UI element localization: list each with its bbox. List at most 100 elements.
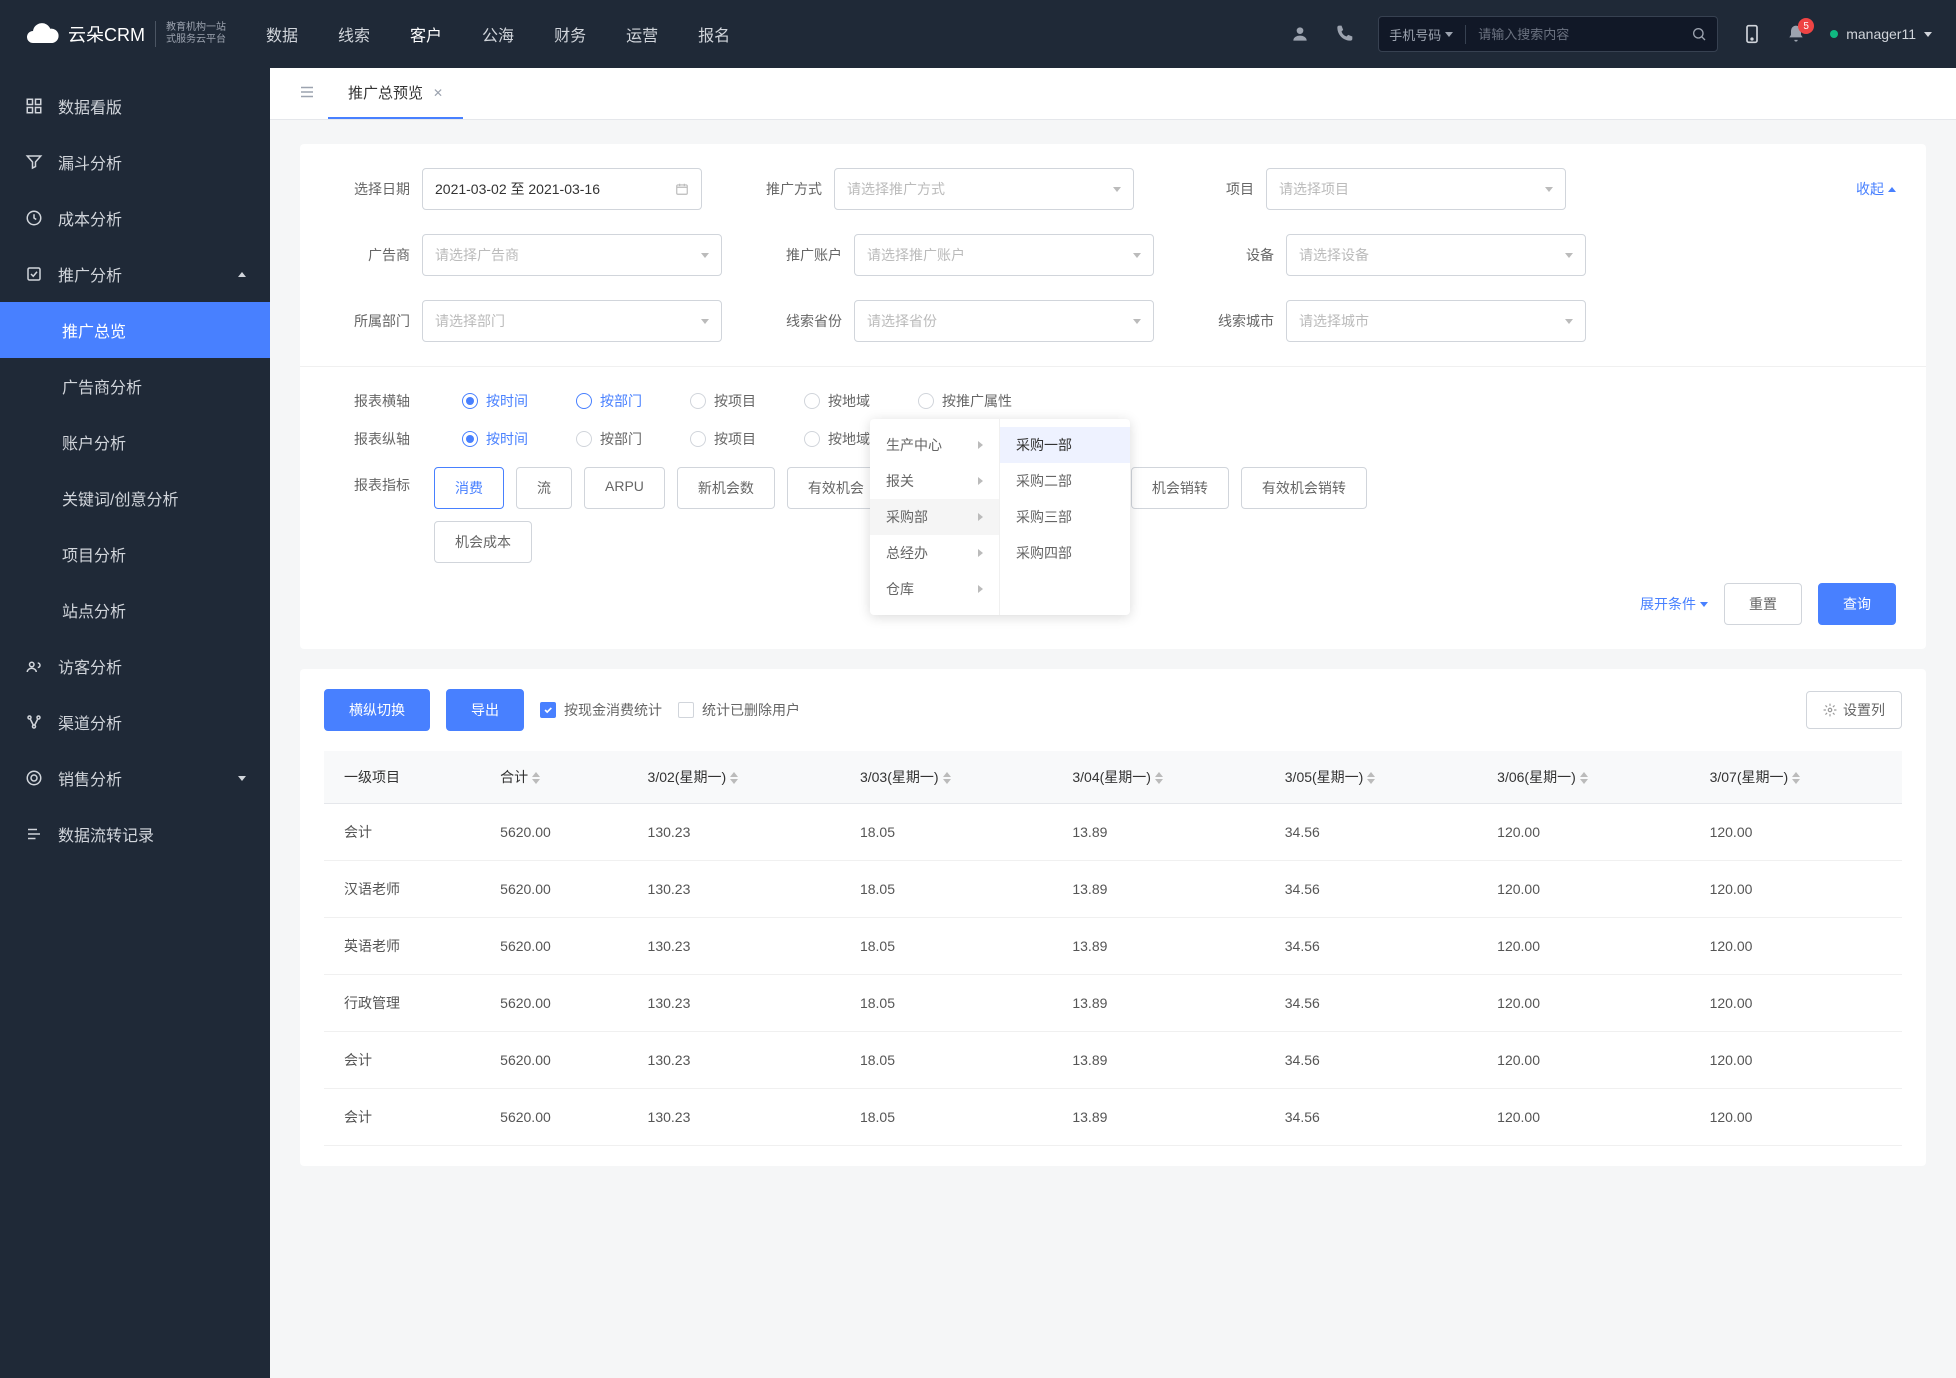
sidebar-subitem[interactable]: 关键词/创意分析 [0,470,270,526]
sidebar-item[interactable]: 数据看版 [0,78,270,134]
metric-button[interactable]: 新机会数 [677,467,775,509]
project-select[interactable]: 请选择项目 [1266,168,1566,210]
collapse-filters[interactable]: 收起 [1856,179,1896,199]
radio-option[interactable]: 按推广属性 [918,391,1012,411]
top-nav-item[interactable]: 公海 [482,22,514,46]
top-nav-item[interactable]: 报名 [698,22,730,46]
radio-option[interactable]: 按部门 [576,429,642,449]
table-header[interactable]: 3/07(星期一) [1690,751,1902,804]
top-nav-item[interactable]: 客户 [410,22,442,46]
deleted-stat-checkbox[interactable]: 统计已删除用户 [678,700,800,720]
table-header[interactable]: 3/06(星期一) [1477,751,1689,804]
table-cell: 5620.00 [480,804,627,861]
query-button[interactable]: 查询 [1818,583,1896,625]
top-nav-item[interactable]: 财务 [554,22,586,46]
radio-icon [690,393,706,409]
city-select[interactable]: 请选择城市 [1286,300,1586,342]
table-cell: 18.05 [840,861,1052,918]
flow-icon [24,825,44,843]
x-axis-label: 报表横轴 [330,391,410,411]
sidebar-subitem[interactable]: 站点分析 [0,582,270,638]
dept-select[interactable]: 请选择部门 [422,300,722,342]
radio-option[interactable]: 按地域 [804,429,870,449]
mobile-icon[interactable] [1742,21,1762,47]
expand-conditions[interactable]: 展开条件 [1640,594,1708,614]
reset-button[interactable]: 重置 [1724,583,1802,625]
cascade-item[interactable]: 报关 [870,463,999,499]
column-settings-button[interactable]: 设置列 [1806,691,1902,729]
sidebar-subitem[interactable]: 账户分析 [0,414,270,470]
sidebar-item[interactable]: 访客分析 [0,638,270,694]
cash-stat-checkbox[interactable]: 按现金消费统计 [540,700,662,720]
top-nav-item[interactable]: 线索 [338,22,370,46]
radio-option[interactable]: 按项目 [690,391,756,411]
sidebar-item[interactable]: 销售分析 [0,750,270,806]
cascade-item[interactable]: 仓库 [870,571,999,607]
metric-button[interactable]: 有效机会销转 [1241,467,1367,509]
table-cell: 130.23 [628,1032,840,1089]
radio-option[interactable]: 按地域 [804,391,870,411]
sidebar-item[interactable]: 数据流转记录 [0,806,270,862]
sidebar-item[interactable]: 漏斗分析 [0,134,270,190]
table-header[interactable]: 3/02(星期一) [628,751,840,804]
radio-option[interactable]: 按时间 [462,391,528,411]
phone-icon[interactable] [1334,24,1354,44]
table-header[interactable]: 3/04(星期一) [1052,751,1264,804]
table-cell: 120.00 [1690,804,1902,861]
sidebar-subitem[interactable]: 广告商分析 [0,358,270,414]
metric-button[interactable]: ARPU [584,467,665,509]
promo-icon [24,265,44,283]
account-select[interactable]: 请选择推广账户 [854,234,1154,276]
close-icon[interactable]: ✕ [433,86,443,100]
notification-badge: 5 [1798,18,1814,34]
export-button[interactable]: 导出 [446,689,524,731]
table-cell: 行政管理 [324,975,480,1032]
cascade-item[interactable]: 采购二部 [1000,463,1130,499]
sidebar-item[interactable]: 成本分析 [0,190,270,246]
metric-button[interactable]: 流 [516,467,572,509]
top-nav-item[interactable]: 运营 [626,22,658,46]
cascade-item[interactable]: 采购一部 [1000,427,1130,463]
sidebar-toggle[interactable] [286,71,328,116]
device-select[interactable]: 请选择设备 [1286,234,1586,276]
radio-option[interactable]: 按部门 [576,391,642,411]
user-icon[interactable] [1290,24,1310,44]
cascade-item[interactable]: 采购部 [870,499,999,535]
table-cell: 13.89 [1052,975,1264,1032]
metric-button[interactable]: 机会成本 [434,521,532,563]
search-box[interactable]: 手机号码 [1378,16,1718,52]
sort-icon [1367,772,1375,784]
tab-promo-overview[interactable]: 推广总预览 ✕ [328,68,463,119]
metric-button[interactable]: 消费 [434,467,504,509]
sidebar-subitem[interactable]: 项目分析 [0,526,270,582]
notification-bell[interactable]: 5 [1786,24,1806,44]
date-label: 选择日期 [330,179,410,199]
promo-method-select[interactable]: 请选择推广方式 [834,168,1134,210]
sidebar-item[interactable]: 渠道分析 [0,694,270,750]
sidebar-subitem[interactable]: 推广总览 [0,302,270,358]
table-cell: 120.00 [1690,1089,1902,1146]
sidebar-item[interactable]: 推广分析 [0,246,270,302]
cascade-item[interactable]: 总经办 [870,535,999,571]
radio-option[interactable]: 按项目 [690,429,756,449]
table-header[interactable]: 3/03(星期一) [840,751,1052,804]
cascade-item[interactable]: 采购四部 [1000,535,1130,571]
metric-button[interactable]: 机会销转 [1131,467,1229,509]
top-nav-item[interactable]: 数据 [266,22,298,46]
toggle-axis-button[interactable]: 横纵切换 [324,689,430,731]
search-input[interactable] [1478,27,1691,42]
search-type-select[interactable]: 手机号码 [1389,25,1466,44]
table-header[interactable]: 3/05(星期一) [1265,751,1477,804]
table-header[interactable]: 一级项目 [324,751,480,804]
search-icon[interactable] [1691,26,1707,42]
radio-option[interactable]: 按时间 [462,429,528,449]
date-range-picker[interactable]: 2021-03-02 至 2021-03-16 [422,168,702,210]
advertiser-select[interactable]: 请选择广告商 [422,234,722,276]
cascade-item[interactable]: 采购三部 [1000,499,1130,535]
channel-icon [24,713,44,731]
province-select[interactable]: 请选择省份 [854,300,1154,342]
cascade-item[interactable]: 生产中心 [870,427,999,463]
table-header[interactable]: 合计 [480,751,627,804]
user-menu[interactable]: manager11 [1830,26,1932,42]
chevron-right-icon [978,513,983,521]
